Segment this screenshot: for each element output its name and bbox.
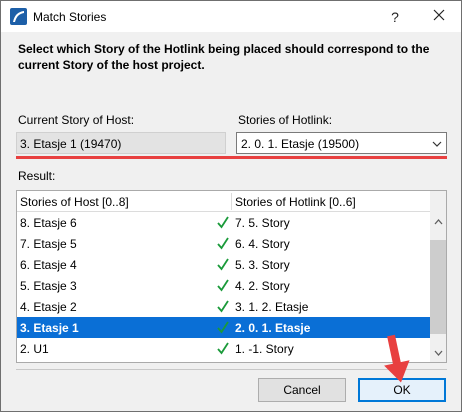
hotlink-story-cell: 4. 2. Story [235, 279, 290, 293]
host-story-cell: 7. Etasje 5 [20, 237, 77, 251]
check-icon [217, 278, 229, 292]
hotlink-story-cell: 6. 4. Story [235, 237, 290, 251]
help-icon: ? [391, 8, 399, 25]
result-label: Result: [18, 169, 56, 183]
hotlink-selected-value: 2. 0. 1. Etasje (19500) [241, 137, 360, 151]
table-row[interactable]: 4. Etasje 2 3. 1. 2. Etasje [17, 296, 430, 317]
hotlink-story-cell: 7. 5. Story [235, 216, 290, 230]
table-row[interactable]: 7. Etasje 5 6. 4. Story [17, 233, 430, 254]
hotlink-story-cell: 3. 1. 2. Etasje [235, 300, 309, 314]
check-icon [217, 299, 229, 313]
table-header: Stories of Host [0..8] Stories of Hotlin… [17, 191, 430, 212]
close-icon [433, 9, 445, 24]
chevron-down-icon [432, 138, 442, 148]
check-icon [217, 215, 229, 229]
hotlink-story-cell: 1. -1. Story [235, 342, 294, 356]
host-story-cell: 5. Etasje 3 [20, 279, 77, 293]
scroll-down-icon[interactable] [430, 344, 446, 361]
hotlink-story-cell: 2. 0. 1. Etasje [235, 321, 311, 335]
check-icon [217, 341, 229, 355]
host-story-cell: 6. Etasje 4 [20, 258, 77, 272]
archicad-icon [10, 8, 27, 25]
instruction-text: Select which Story of the Hotlink being … [18, 42, 430, 72]
annotation-underline [16, 156, 447, 159]
check-icon [217, 257, 229, 271]
window-title: Match Stories [33, 10, 107, 24]
check-icon [217, 320, 229, 334]
match-stories-dialog: Match Stories ? Select which Story of th… [0, 0, 462, 412]
hotlink-story-cell: 5. 3. Story [235, 258, 290, 272]
column-header-hotlink[interactable]: Stories of Hotlink [0..6] [235, 195, 356, 209]
host-story-label: Current Story of Host: [18, 113, 135, 127]
title-bar: Match Stories ? [1, 1, 461, 32]
host-story-field: 3. Etasje 1 (19470) [16, 132, 226, 154]
table-row[interactable]: 2. U1 1. -1. Story [17, 338, 430, 359]
table-row[interactable]: 8. Etasje 6 7. 5. Story [17, 212, 430, 233]
cancel-button[interactable]: Cancel [258, 378, 346, 402]
help-button[interactable]: ? [373, 1, 417, 32]
hotlink-stories-dropdown[interactable]: 2. 0. 1. Etasje (19500) [236, 132, 447, 154]
table-scrollbar[interactable] [430, 191, 446, 362]
host-story-cell: 8. Etasje 6 [20, 216, 77, 230]
table-row-selected[interactable]: 3. Etasje 1 2. 0. 1. Etasje [17, 317, 430, 338]
scroll-up-icon[interactable] [430, 213, 446, 230]
table-row[interactable]: 6. Etasje 4 5. 3. Story [17, 254, 430, 275]
close-button[interactable] [417, 1, 461, 32]
column-divider [231, 193, 232, 210]
host-story-cell: 4. Etasje 2 [20, 300, 77, 314]
column-header-host[interactable]: Stories of Host [0..8] [20, 195, 129, 209]
host-story-cell: 2. U1 [20, 342, 49, 356]
annotation-arrow-icon [376, 333, 416, 387]
table-row[interactable]: 5. Etasje 3 4. 2. Story [17, 275, 430, 296]
check-icon [217, 236, 229, 250]
host-story-cell: 3. Etasje 1 [20, 321, 79, 335]
scrollbar-thumb[interactable] [430, 240, 446, 334]
hotlink-stories-label: Stories of Hotlink: [238, 113, 333, 127]
